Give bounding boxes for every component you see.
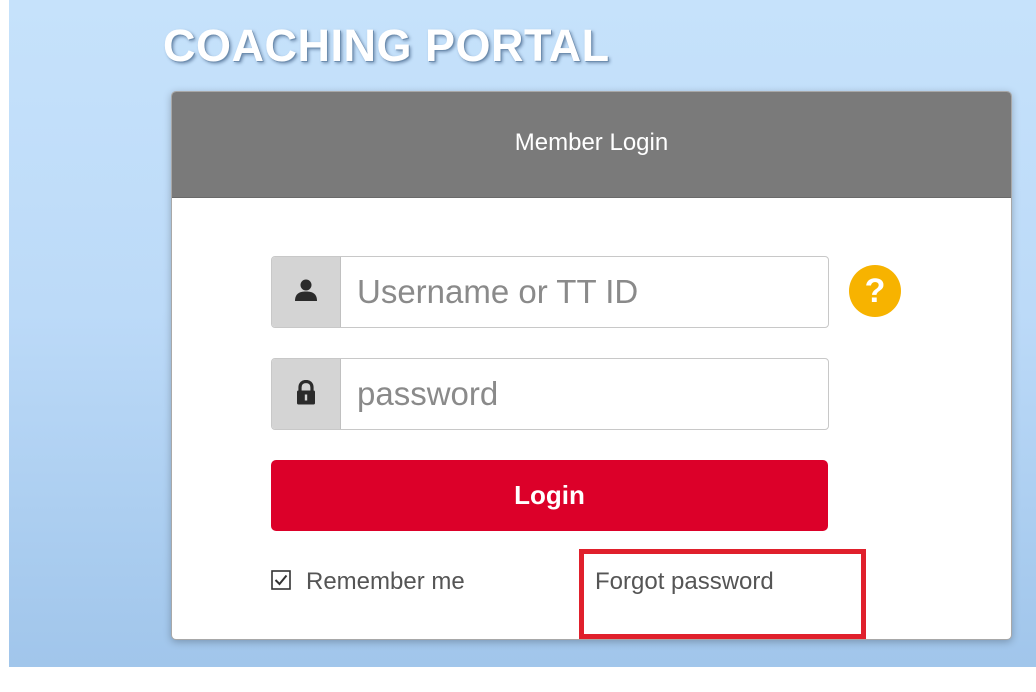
remember-me-label[interactable]: Remember me xyxy=(306,568,465,596)
password-input[interactable] xyxy=(341,359,821,429)
help-icon[interactable]: ? xyxy=(849,265,901,317)
login-card: Member Login ? Login Remember me xyxy=(171,91,1012,640)
password-field xyxy=(271,358,829,430)
username-input[interactable] xyxy=(341,257,821,327)
portal-title: COACHING PORTAL xyxy=(163,20,610,71)
left-edge-strip xyxy=(0,0,9,692)
forgot-password-link[interactable]: Forgot password xyxy=(595,568,774,596)
bottom-edge-strip xyxy=(0,667,1036,692)
lock-icon xyxy=(297,380,315,405)
help-icon-glyph: ? xyxy=(864,272,886,310)
password-addon xyxy=(272,359,341,429)
remember-me-checkbox[interactable] xyxy=(271,570,291,590)
login-card-header: Member Login xyxy=(172,92,1011,198)
username-field xyxy=(271,256,829,328)
username-addon xyxy=(272,257,341,327)
login-card-title: Member Login xyxy=(514,129,669,156)
login-button[interactable]: Login xyxy=(271,460,828,531)
user-icon xyxy=(295,279,317,301)
